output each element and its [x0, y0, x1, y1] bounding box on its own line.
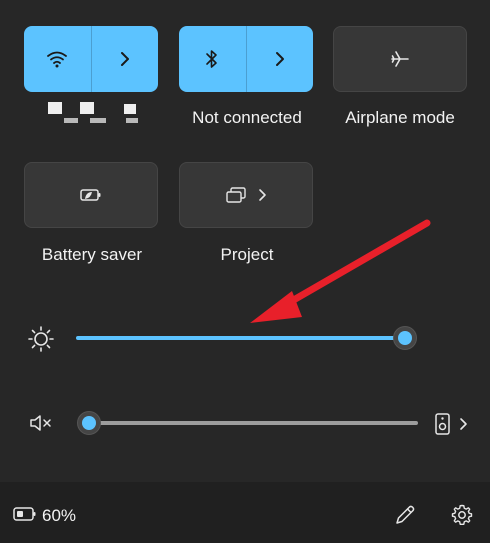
battery-percentage: 60% — [42, 506, 77, 525]
brightness-track — [76, 336, 406, 340]
airplane-mode-button[interactable] — [333, 26, 467, 92]
battery-saver-label: Battery saver — [41, 245, 143, 264]
pencil-icon[interactable] — [393, 503, 417, 527]
speaker-icon — [435, 413, 450, 435]
bluetooth-expand-button[interactable] — [245, 26, 314, 92]
battery-icon — [13, 507, 36, 521]
airplane-icon — [391, 51, 409, 67]
bluetooth-tile — [179, 26, 313, 92]
bluetooth-toggle-button[interactable] — [179, 26, 246, 92]
chevron-right-icon — [120, 52, 129, 66]
bluetooth-label: Not connected — [192, 108, 302, 127]
sun-icon — [28, 326, 54, 352]
chevron-right-icon — [275, 52, 284, 66]
project-icon — [226, 187, 246, 203]
battery-saver-button[interactable] — [24, 162, 158, 228]
chevron-right-icon — [259, 189, 266, 201]
gear-icon[interactable] — [450, 503, 474, 527]
wifi-expand-button[interactable] — [90, 26, 159, 92]
chevron-right-icon — [460, 418, 467, 430]
bluetooth-icon — [206, 50, 218, 68]
wifi-toggle-button[interactable] — [24, 26, 91, 92]
annotation-arrow — [250, 219, 431, 323]
battery-saver-icon — [80, 189, 101, 201]
volume-track — [86, 421, 418, 425]
volume-thumb[interactable] — [77, 411, 101, 435]
volume-muted-icon[interactable] — [28, 412, 56, 434]
audio-output-button[interactable] — [432, 410, 476, 438]
wifi-tile — [24, 26, 158, 92]
airplane-mode-label: Airplane mode — [345, 108, 455, 127]
wifi-icon — [47, 51, 68, 68]
